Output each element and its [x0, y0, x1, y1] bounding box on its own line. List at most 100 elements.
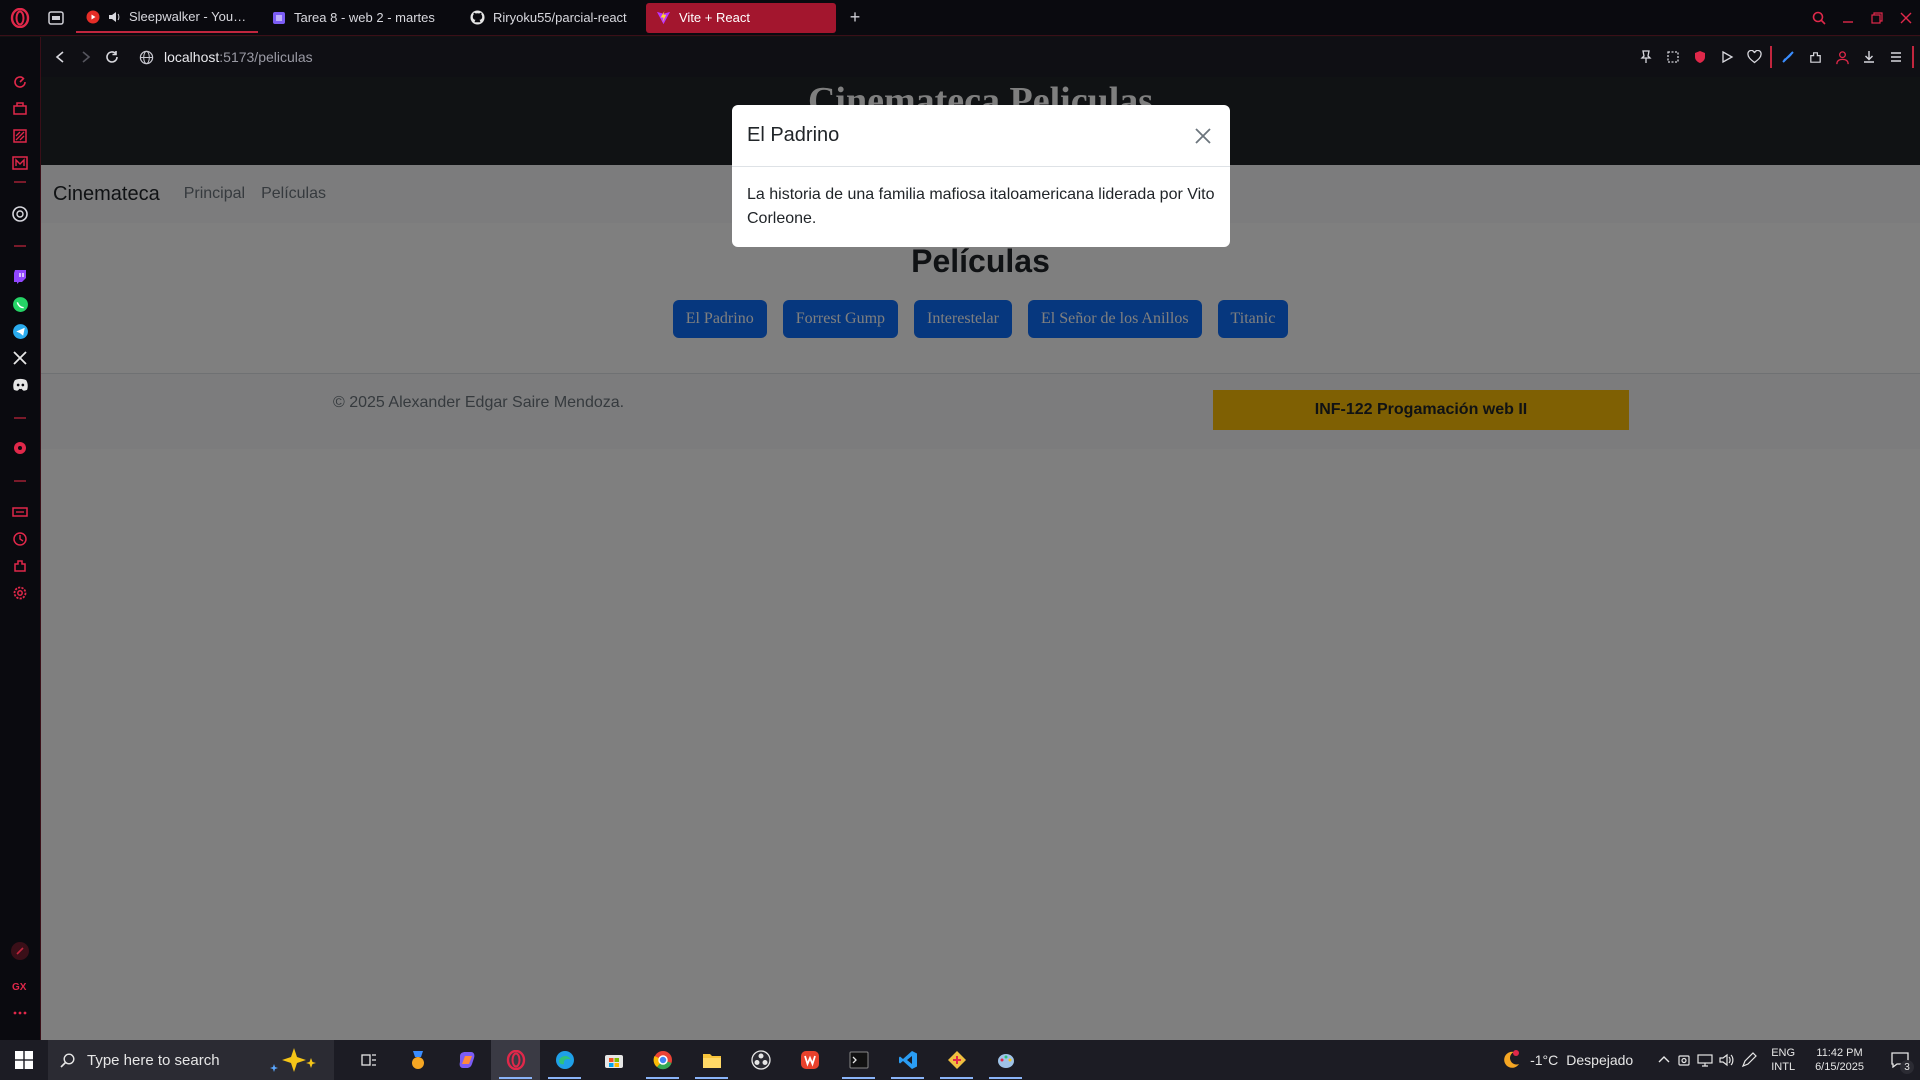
svg-text:GX: GX [12, 982, 27, 992]
clock-time: 11:42 PM [1816, 1047, 1863, 1059]
tray-icons [1657, 1052, 1758, 1068]
chevron-up-icon[interactable] [1657, 1053, 1671, 1067]
back-icon[interactable] [47, 42, 73, 72]
search-icon [60, 1052, 75, 1068]
modal-header: El Padrino [732, 105, 1230, 167]
edge-icon[interactable] [540, 1040, 589, 1080]
forward-icon[interactable] [73, 42, 99, 72]
taskbar-apps [344, 1040, 1030, 1080]
whatsapp-icon[interactable] [9, 293, 31, 315]
pen-icon[interactable] [1741, 1052, 1758, 1068]
play-icon[interactable] [1716, 44, 1738, 70]
gx-corner-icon[interactable] [9, 98, 31, 120]
reload-icon[interactable] [99, 42, 125, 72]
chatgpt-icon[interactable] [9, 203, 31, 225]
wallet-icon[interactable] [9, 501, 31, 523]
obs-icon[interactable] [736, 1040, 785, 1080]
language-indicator[interactable]: ENG INTL [1771, 1046, 1795, 1074]
gx-control-icon[interactable] [9, 940, 31, 962]
minimize-icon[interactable] [1833, 0, 1862, 36]
sparkle-icon[interactable] [264, 1046, 324, 1074]
paint-icon[interactable] [981, 1040, 1030, 1080]
telegram-icon[interactable] [9, 320, 31, 342]
restore-icon[interactable] [1862, 0, 1891, 36]
rewards-medal-icon[interactable] [393, 1040, 442, 1080]
close-window-icon[interactable] [1891, 0, 1920, 36]
modal-title: El Padrino [747, 124, 840, 146]
modal-body: La historia de una familia mafiosa italo… [747, 186, 1215, 227]
github-icon [470, 10, 485, 25]
url-field[interactable]: localhost:5173/peliculas [139, 49, 313, 65]
tab-label: Riryoku55/parcial-react [493, 10, 627, 25]
file-explorer-icon[interactable] [687, 1040, 736, 1080]
discord-icon[interactable] [9, 374, 31, 396]
page-viewport: Cinemateca Peliculas Cinemateca Principa… [41, 77, 1920, 1040]
gmail-icon[interactable] [9, 152, 31, 174]
sidebar-separator [14, 181, 26, 183]
system-tray: -1°C Despejado ENG INTL 11:42 PM 6/15/20… [1500, 1040, 1920, 1080]
system-clock[interactable]: 11:42 PM 6/15/2025 [1815, 1046, 1864, 1074]
tab-label: Vite + React [679, 10, 750, 25]
address-bar: localhost:5173/peliculas [41, 37, 1920, 77]
profile-icon[interactable] [1831, 44, 1853, 70]
menu-icon[interactable] [1885, 44, 1907, 70]
extensions-sidebar-icon[interactable] [9, 555, 31, 577]
more-options-icon[interactable] [9, 1002, 31, 1024]
tab-youtube[interactable]: Sleepwalker - YouTube [76, 3, 258, 33]
lang-line1: ENG [1771, 1047, 1796, 1059]
browser-tab-strip: Sleepwalker - YouTube Tarea 8 - web 2 - … [0, 0, 1920, 36]
clock-date: 6/15/2025 [1815, 1061, 1864, 1073]
twitch-icon[interactable] [9, 266, 31, 288]
git-gui-icon[interactable] [932, 1040, 981, 1080]
heart-icon[interactable] [1743, 44, 1765, 70]
tab-tarea[interactable]: Tarea 8 - web 2 - martes [262, 3, 456, 33]
taskbar-search-input[interactable]: Type here to search [48, 1040, 334, 1080]
pin-icon[interactable] [1635, 44, 1657, 70]
news-icon[interactable] [9, 125, 31, 147]
chrome-icon[interactable] [638, 1040, 687, 1080]
vite-icon [656, 10, 671, 25]
history-icon[interactable] [9, 528, 31, 550]
snapshot-icon[interactable] [1662, 44, 1684, 70]
close-icon[interactable] [1191, 124, 1215, 148]
opera-gx-taskbar-icon[interactable] [491, 1040, 540, 1080]
vscode-icon[interactable] [883, 1040, 932, 1080]
sidebar-separator [14, 417, 26, 419]
weather-widget[interactable]: -1°C Despejado [1500, 1049, 1633, 1071]
notification-center-icon[interactable]: 3 [1880, 1040, 1920, 1080]
camera-icon[interactable] [1677, 1053, 1691, 1067]
document-icon [272, 11, 286, 25]
task-view-icon[interactable] [344, 1040, 393, 1080]
speed-dial-icon[interactable] [9, 71, 31, 93]
terminal-icon[interactable] [834, 1040, 883, 1080]
volume-icon[interactable] [1719, 1053, 1735, 1067]
notification-count: 3 [1900, 1060, 1914, 1074]
opera-logo-icon[interactable] [0, 0, 40, 36]
sidebar-separator [14, 480, 26, 482]
x-twitter-icon[interactable] [9, 347, 31, 369]
feather-icon[interactable] [1777, 44, 1799, 70]
music-player-icon[interactable] [9, 437, 31, 459]
settings-icon[interactable] [9, 582, 31, 604]
shield-icon[interactable] [1689, 44, 1711, 70]
windows-taskbar: Type here to search -1°C Despejado ENG I… [0, 1040, 1920, 1080]
lang-line2: INTL [1771, 1061, 1796, 1073]
url-host: localhost [164, 49, 220, 65]
wps-office-icon[interactable] [785, 1040, 834, 1080]
copilot-icon[interactable] [442, 1040, 491, 1080]
window-controls [1804, 0, 1920, 36]
windows-start-icon[interactable] [0, 1040, 48, 1080]
search-tabs-icon[interactable] [1804, 0, 1833, 36]
gx-logo-icon[interactable]: GX [9, 975, 31, 997]
download-icon[interactable] [1858, 44, 1880, 70]
url-path: :5173/peliculas [219, 49, 313, 65]
tab-vite-react[interactable]: Vite + React [646, 2, 836, 33]
weather-text: Despejado [1566, 1052, 1634, 1068]
extensions-icon[interactable] [1804, 44, 1826, 70]
network-icon[interactable] [1697, 1053, 1713, 1067]
new-tab-button[interactable]: + [842, 5, 868, 31]
speaker-icon[interactable] [108, 11, 121, 23]
tab-island-icon[interactable] [40, 0, 72, 36]
tab-github[interactable]: Riryoku55/parcial-react [460, 3, 642, 33]
microsoft-store-icon[interactable] [589, 1040, 638, 1080]
